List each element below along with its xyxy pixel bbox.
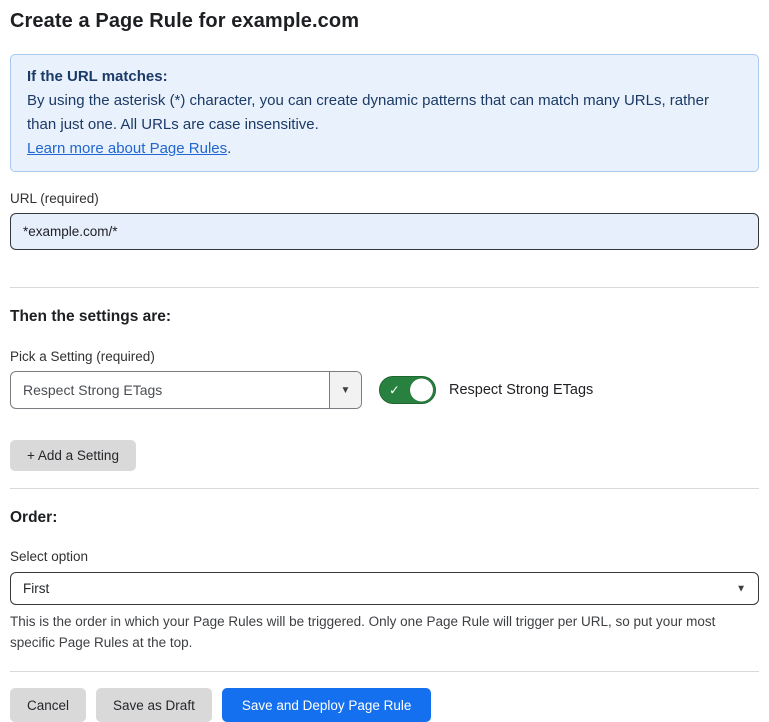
order-section-heading: Order: xyxy=(10,509,759,527)
pick-setting-label: Pick a Setting (required) xyxy=(10,349,759,364)
setting-toggle-label: Respect Strong ETags xyxy=(449,382,593,398)
url-input[interactable] xyxy=(10,213,759,250)
save-as-draft-button[interactable]: Save as Draft xyxy=(96,688,212,722)
chevron-down-icon: ▼ xyxy=(341,385,351,396)
order-select-label: Select option xyxy=(10,549,759,564)
checkmark-icon: ✓ xyxy=(389,384,400,397)
info-box-body: By using the asterisk (*) character, you… xyxy=(27,89,727,137)
setting-select[interactable]: Respect Strong ETags ▼ xyxy=(10,371,362,409)
settings-section-heading: Then the settings are: xyxy=(10,308,759,326)
footer-divider xyxy=(10,671,759,672)
order-select-value: First xyxy=(23,581,49,596)
setting-select-arrow-button[interactable]: ▼ xyxy=(329,372,361,408)
url-field-label: URL (required) xyxy=(10,191,759,206)
setting-toggle[interactable]: ✓ xyxy=(379,376,436,404)
cancel-button[interactable]: Cancel xyxy=(10,688,86,722)
footer-button-row: Cancel Save as Draft Save and Deploy Pag… xyxy=(10,688,759,722)
page-title: Create a Page Rule for example.com xyxy=(10,10,759,33)
add-setting-button[interactable]: + Add a Setting xyxy=(10,440,136,471)
order-select[interactable]: First ▼ xyxy=(10,572,759,605)
setting-select-value: Respect Strong ETags xyxy=(11,372,329,408)
section-divider xyxy=(10,287,759,288)
link-period: . xyxy=(227,140,231,157)
order-help-text: This is the order in which your Page Rul… xyxy=(10,611,755,653)
setting-row: Respect Strong ETags ▼ ✓ Respect Strong … xyxy=(10,371,759,409)
url-match-info-box: If the URL matches: By using the asteris… xyxy=(10,54,759,172)
toggle-knob xyxy=(410,379,433,402)
section-divider xyxy=(10,488,759,489)
setting-toggle-group: ✓ Respect Strong ETags xyxy=(379,376,593,404)
save-and-deploy-button[interactable]: Save and Deploy Page Rule xyxy=(222,688,432,722)
info-box-heading: If the URL matches: xyxy=(27,65,742,89)
info-box-link-line: Learn more about Page Rules. xyxy=(27,137,742,161)
chevron-down-icon: ▼ xyxy=(736,583,746,594)
learn-more-link[interactable]: Learn more about Page Rules xyxy=(27,140,227,157)
